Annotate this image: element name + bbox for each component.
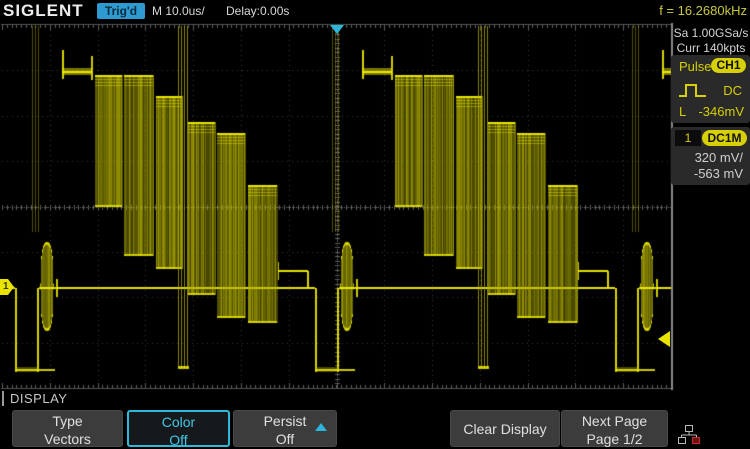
type-button[interactable]: Type Vectors — [12, 410, 123, 447]
persist-button-value: Off — [234, 430, 336, 448]
waveform-display — [0, 0, 674, 392]
persist-button[interactable]: Persist Off — [233, 410, 337, 447]
color-button-label: Color — [129, 413, 228, 431]
menu-title: DISPLAY — [10, 391, 67, 406]
up-arrow-icon — [315, 423, 327, 431]
oscilloscope-screen: SIGLENT Trig'd M 10.0us/ Delay:0.00s f =… — [0, 0, 750, 449]
trigger-info-panel: Pulse CH1 DC L -346mV — [671, 55, 750, 123]
trigger-level-marker-icon — [658, 331, 670, 347]
pulse-waveform-icon — [678, 81, 708, 99]
clear-display-button-label: Clear Display — [451, 412, 559, 446]
next-page-button[interactable]: Next Page Page 1/2 — [561, 410, 668, 447]
trigger-source-badge: CH1 — [711, 58, 746, 73]
channel-offset-readout: -563 mV — [694, 166, 743, 181]
color-button-value: Off — [129, 431, 228, 449]
next-page-button-label: Next Page — [562, 412, 667, 430]
color-button[interactable]: Color Off — [127, 410, 230, 447]
channel-coupling-badge: DC1M — [702, 130, 747, 146]
trigger-coupling-label: DC — [723, 83, 742, 98]
sample-rate-readout: Sa 1.00GSa/s — [672, 26, 750, 40]
trigger-mode-label: Pulse — [679, 59, 712, 74]
menu-left-border — [2, 391, 4, 406]
trigger-position-marker-icon — [330, 25, 344, 34]
sitemap-icon — [677, 424, 701, 446]
next-page-button-value: Page 1/2 — [562, 430, 667, 448]
type-button-value: Vectors — [13, 430, 122, 448]
trigger-level-value: -346mV — [698, 104, 744, 119]
memory-depth-readout: Curr 140kpts — [672, 41, 750, 55]
channel-number-box: 1 — [675, 130, 701, 146]
volts-per-div-readout: 320 mV/ — [695, 150, 743, 165]
trigger-level-label: L — [679, 104, 686, 119]
type-button-label: Type — [13, 412, 122, 430]
clear-display-button[interactable]: Clear Display — [450, 410, 560, 447]
channel-info-panel: 1 DC1M 320 mV/ -563 mV — [671, 127, 750, 185]
